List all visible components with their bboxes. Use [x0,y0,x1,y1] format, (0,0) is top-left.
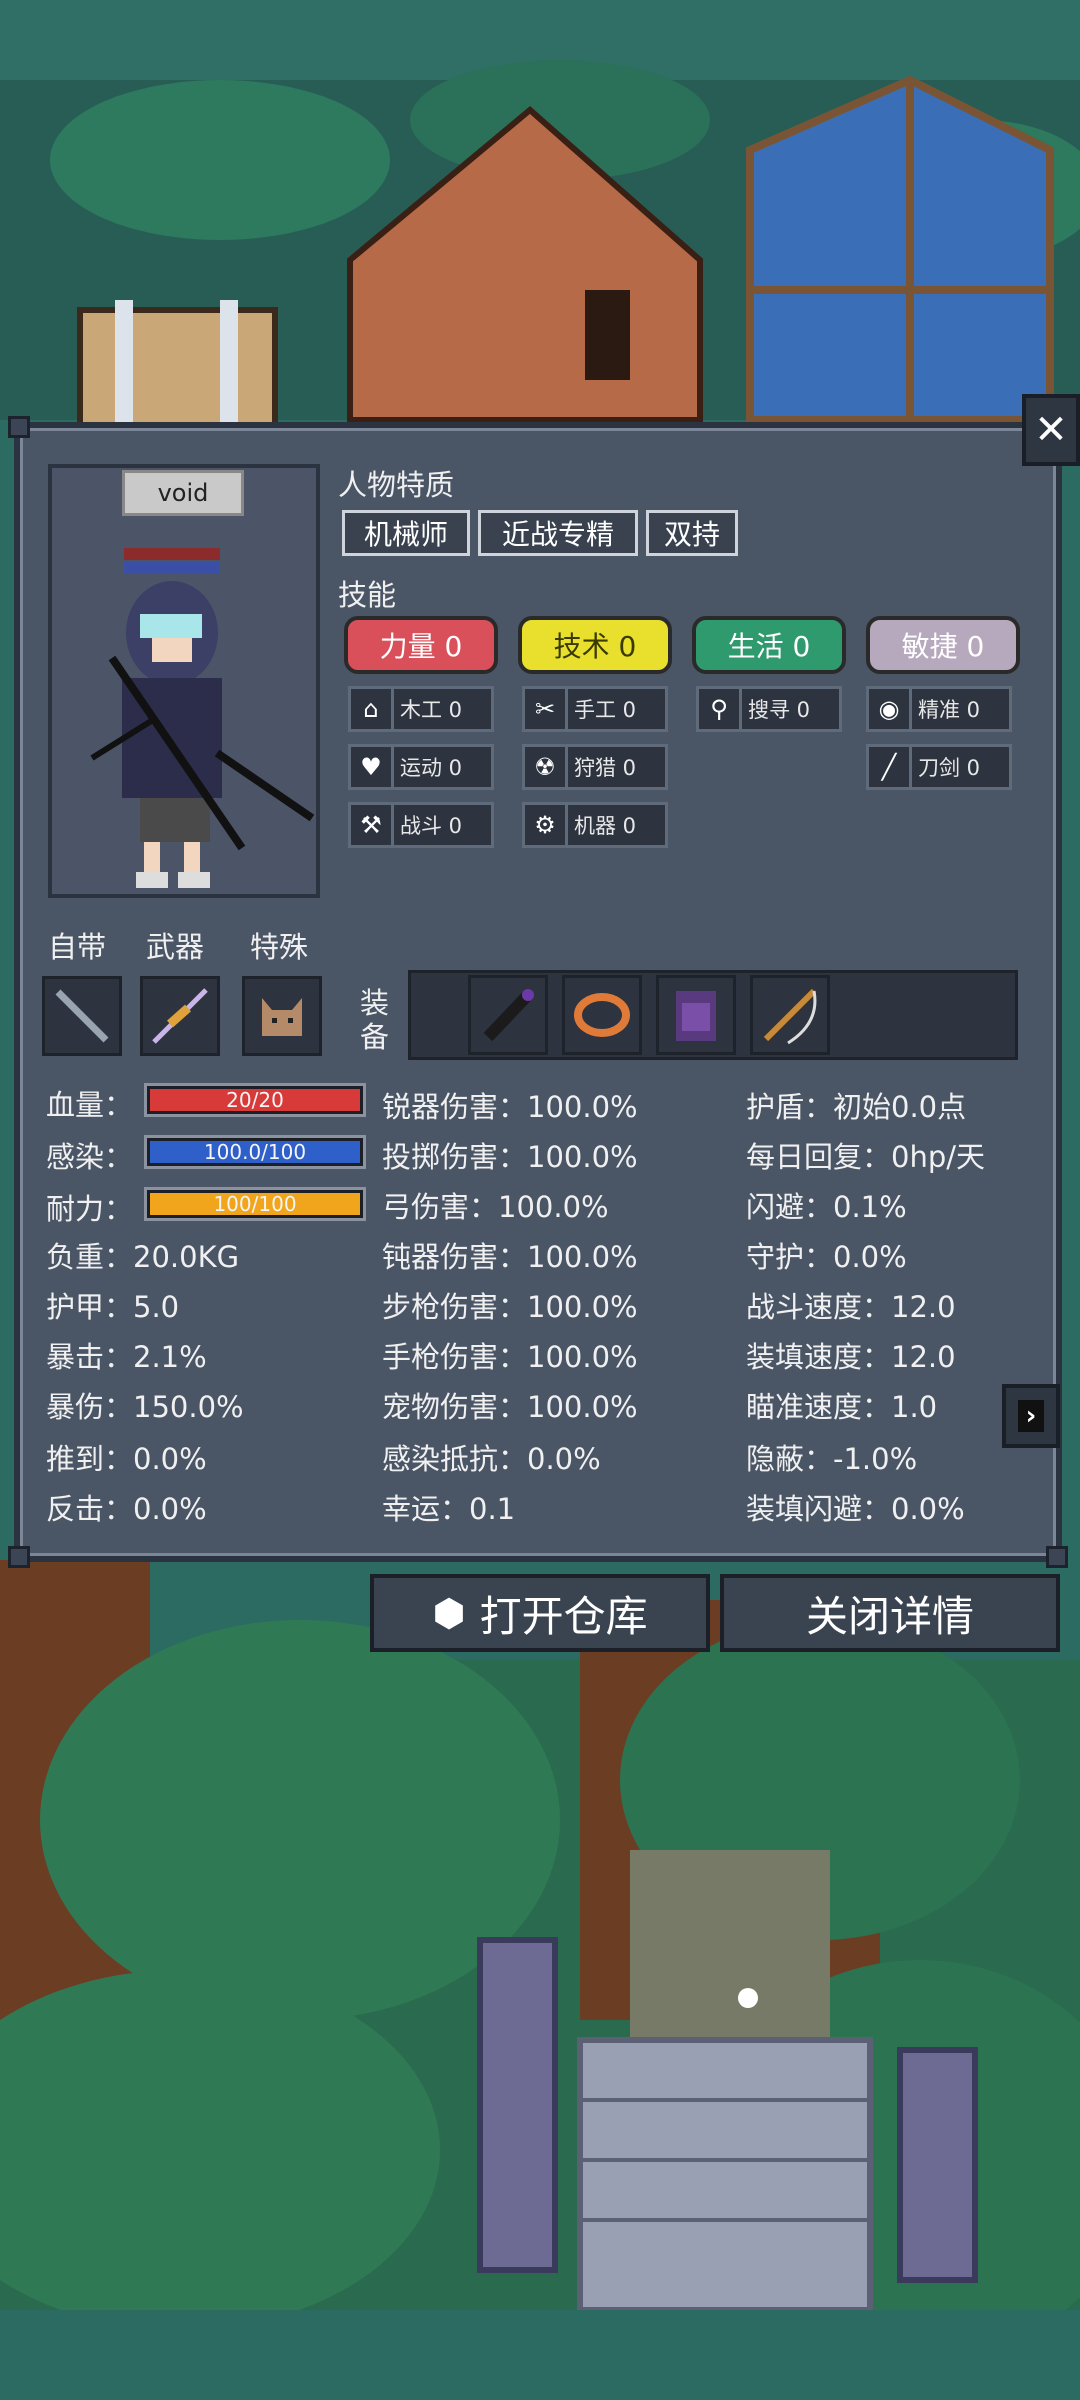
infection-bar: 100.0/100 [144,1135,366,1169]
house-icon: ⌂ [351,689,394,729]
stat-crit-damage: 暴伤：150.0% [46,1390,244,1424]
stat-rifle-damage: 步枪伤害：100.0% [382,1290,638,1324]
subskill-search[interactable]: ⚲ 搜寻 0 [696,686,842,732]
stat-crit: 暴击：2.1% [46,1340,207,1374]
stamina-value: 100/100 [213,1192,297,1216]
equip-slot-bow[interactable] [750,975,830,1055]
subskill-combat[interactable]: ⚒ 战斗 0 [348,802,494,848]
stat-knockdown: 推到：0.0% [46,1442,207,1476]
magnifier-icon: ⚲ [699,689,742,729]
weapon-slot[interactable] [140,976,220,1056]
subskill-sport[interactable]: ♥ 运动 0 [348,744,494,790]
flashlight-icon [483,989,534,1042]
equip-slot-armor[interactable] [656,975,736,1055]
bow-icon [763,988,817,1045]
slot-label-self: 自带 [48,930,107,964]
close-button[interactable]: ✕ [1022,394,1080,466]
stat-counter: 反击：0.0% [46,1492,207,1526]
infection-value: 100.0/100 [203,1140,307,1164]
health-bar: 20/20 [144,1083,366,1117]
panel-corner [1046,1546,1068,1568]
dagger-icon [55,989,109,1043]
blade-icon: ╱ [869,747,912,787]
stat-guard: 守护：0.0% [746,1240,907,1274]
stat-reload-speed: 装填速度：12.0 [746,1340,956,1374]
eye-icon: ◉ [869,689,912,729]
dual-swords-icon [152,988,208,1044]
stat-dodge: 闪避：0.1% [746,1190,907,1224]
subskill-precision[interactable]: ◉ 精准 0 [866,686,1012,732]
heart-icon: ♥ [351,747,394,787]
character-sprite [90,548,315,888]
stamina-label: 耐力： [46,1192,134,1226]
stat-stealth: 隐蔽：-1.0% [746,1442,918,1476]
traits-title: 人物特质 [338,468,455,502]
armor-vest-icon [676,991,716,1041]
stamina-bar: 100/100 [144,1187,366,1221]
character-name: void [122,470,244,516]
subskill-carpentry[interactable]: ⌂ 木工 0 [348,686,494,732]
pet-cat-icon [262,998,302,1036]
stat-armor: 护甲：5.0 [46,1290,180,1324]
equip-slot-ring[interactable] [562,975,642,1055]
open-storage-button[interactable]: ⬢ 打开仓库 [370,1574,710,1652]
trait-melee-specialist[interactable]: 近战专精 [478,510,638,556]
panel-corner [8,1546,30,1568]
stat-bow-damage: 弓伤害：100.0% [382,1190,609,1224]
stat-pistol-damage: 手枪伤害：100.0% [382,1340,638,1374]
ring-icon [574,993,630,1037]
skills-title: 技能 [338,578,397,612]
panel-corner [8,416,30,438]
subskill-hunting[interactable]: ☢ 狩猎 0 [522,744,668,790]
slot-label-equip: 装备 [360,986,390,1054]
trait-mechanic[interactable]: 机械师 [342,510,470,556]
stat-daily-regen: 每日回复：0hp/天 [746,1140,986,1174]
infection-label: 感染： [46,1140,134,1174]
slot-label-weapon: 武器 [146,930,205,964]
character-portrait-frame [48,464,320,898]
close-x-icon: ✕ [1034,407,1068,453]
close-details-button[interactable]: 关闭详情 [720,1574,1060,1652]
stat-throw-damage: 投掷伤害：100.0% [382,1140,638,1174]
stat-pet-damage: 宠物伤害：100.0% [382,1390,638,1424]
stat-combat-speed: 战斗速度：12.0 [746,1290,956,1324]
stat-blunt-damage: 钝器伤害：100.0% [382,1240,638,1274]
stat-shield: 护盾：初始0.0点 [746,1090,967,1124]
health-value: 20/20 [226,1088,284,1112]
subskill-machinery[interactable]: ⚙ 机器 0 [522,802,668,848]
stat-luck: 幸运：0.1 [382,1492,516,1526]
innate-slot[interactable] [42,976,122,1056]
slot-label-special: 特殊 [250,930,309,964]
boxes-icon: ⬢ [432,1591,466,1635]
scissors-icon: ✂ [525,689,568,729]
special-slot[interactable] [242,976,322,1056]
subskill-blade[interactable]: ╱ 刀剑 0 [866,744,1012,790]
chevron-right-icon: › [1018,1400,1044,1432]
skill-technique[interactable]: 技术 0 [518,616,672,674]
health-label: 血量： [46,1088,134,1122]
skill-agility[interactable]: 敏捷 0 [866,616,1020,674]
stat-infection-resist: 感染抵抗：0.0% [382,1442,601,1476]
stat-weight: 负重：20.0KG [46,1240,240,1274]
next-page-button[interactable]: › [1002,1384,1060,1448]
skill-life[interactable]: 生活 0 [692,616,846,674]
subskill-handcraft[interactable]: ✂ 手工 0 [522,686,668,732]
axe-icon: ⚒ [351,805,394,845]
gear-icon: ⚙ [525,805,568,845]
radiation-icon: ☢ [525,747,568,787]
equip-slot-flashlight[interactable] [468,975,548,1055]
stat-aim-speed: 瞄准速度：1.0 [746,1390,938,1424]
skill-strength[interactable]: 力量 0 [344,616,498,674]
stat-reload-dodge: 装填闪避：0.0% [746,1492,965,1526]
stat-sharp-damage: 锐器伤害：100.0% [382,1090,638,1124]
trait-dual-wield[interactable]: 双持 [646,510,738,556]
